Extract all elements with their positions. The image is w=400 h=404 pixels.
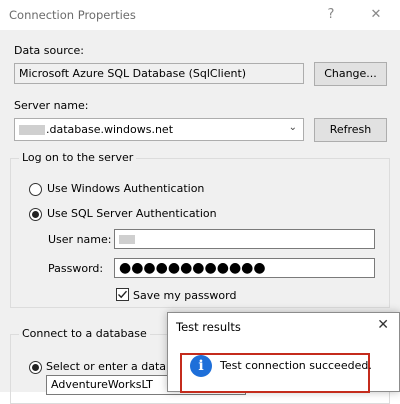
sql-auth-radio[interactable]	[29, 208, 42, 221]
chevron-down-icon[interactable]: ⌄	[289, 122, 297, 133]
server-name-label: Server name:	[14, 99, 89, 112]
save-password-checkbox[interactable]	[116, 288, 129, 301]
popup-body: i Test connection succeeded.	[168, 343, 399, 393]
redacted-username	[119, 234, 135, 244]
server-name-value: .database.windows.net	[46, 123, 174, 136]
test-results-popup: Test results ✕ i Test connection succeed…	[167, 312, 400, 393]
popup-close-button[interactable]: ✕	[377, 317, 389, 333]
windows-auth-label[interactable]: Use Windows Authentication	[47, 182, 204, 195]
database-name-value: AdventureWorksLT	[51, 378, 153, 391]
sql-auth-label[interactable]: Use SQL Server Authentication	[47, 207, 217, 220]
result-message: Test connection succeeded.	[220, 359, 372, 372]
checkmark-icon	[118, 290, 128, 299]
server-name-combo[interactable]: .database.windows.net ⌄	[14, 118, 304, 141]
save-password-label[interactable]: Save my password	[133, 289, 236, 302]
change-button[interactable]: Change...	[314, 62, 387, 86]
data-source-label: Data source:	[14, 44, 84, 57]
popup-title: Test results	[176, 320, 241, 334]
password-mask: ●●●●●●●●●●●●	[119, 260, 266, 276]
logon-group-title: Log on to the server	[19, 151, 137, 164]
password-label: Password:	[48, 262, 104, 275]
data-source-field: Microsoft Azure SQL Database (SqlClient)	[14, 63, 304, 84]
password-input[interactable]: ●●●●●●●●●●●●	[114, 258, 375, 278]
username-input[interactable]	[114, 229, 375, 249]
username-label: User name:	[48, 233, 112, 246]
window-title: Connection Properties	[9, 8, 136, 22]
windows-auth-radio[interactable]	[29, 183, 42, 196]
info-icon: i	[190, 355, 212, 377]
database-group-title: Connect to a database	[19, 327, 150, 340]
data-source-value: Microsoft Azure SQL Database (SqlClient)	[19, 67, 247, 80]
refresh-button[interactable]: Refresh	[314, 118, 387, 142]
close-button[interactable]: ✕	[363, 4, 389, 26]
help-button[interactable]: ?	[318, 4, 344, 26]
redacted-server-prefix	[19, 125, 45, 135]
select-database-radio[interactable]	[29, 361, 42, 374]
connection-properties-dialog: Connection Properties ? ✕ Data source: M…	[0, 0, 400, 404]
title-bar: Connection Properties ? ✕	[0, 0, 400, 30]
